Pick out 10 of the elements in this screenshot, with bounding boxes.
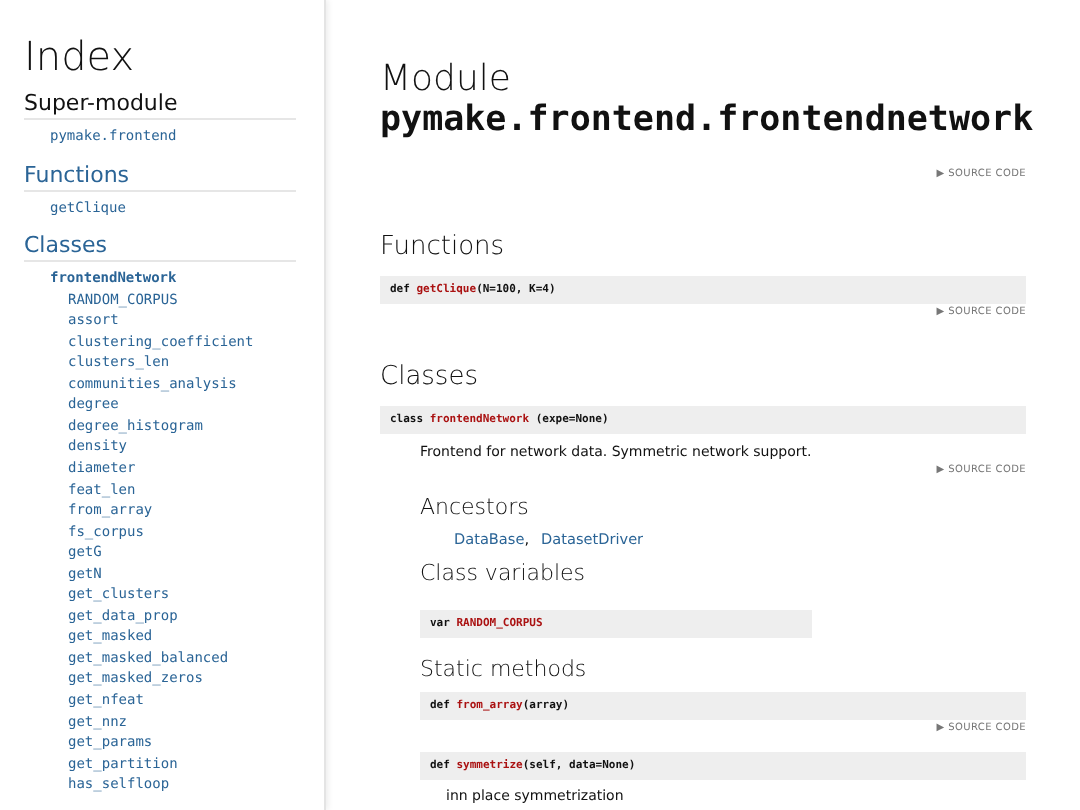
- subsection-heading: Ancestors: [420, 494, 531, 520]
- subsection-heading: Static methods: [420, 656, 589, 682]
- section-heading: Functions: [380, 232, 507, 264]
- section-link[interactable]: Classes: [24, 232, 296, 263]
- section-heading: Classes: [380, 362, 480, 394]
- index-title: Index: [24, 32, 137, 80]
- section-heading: Super-module: [24, 90, 296, 120]
- module-label: Module: [380, 60, 513, 100]
- subsection-heading: Class variables: [420, 560, 588, 586]
- section-link[interactable]: Functions: [24, 161, 296, 192]
